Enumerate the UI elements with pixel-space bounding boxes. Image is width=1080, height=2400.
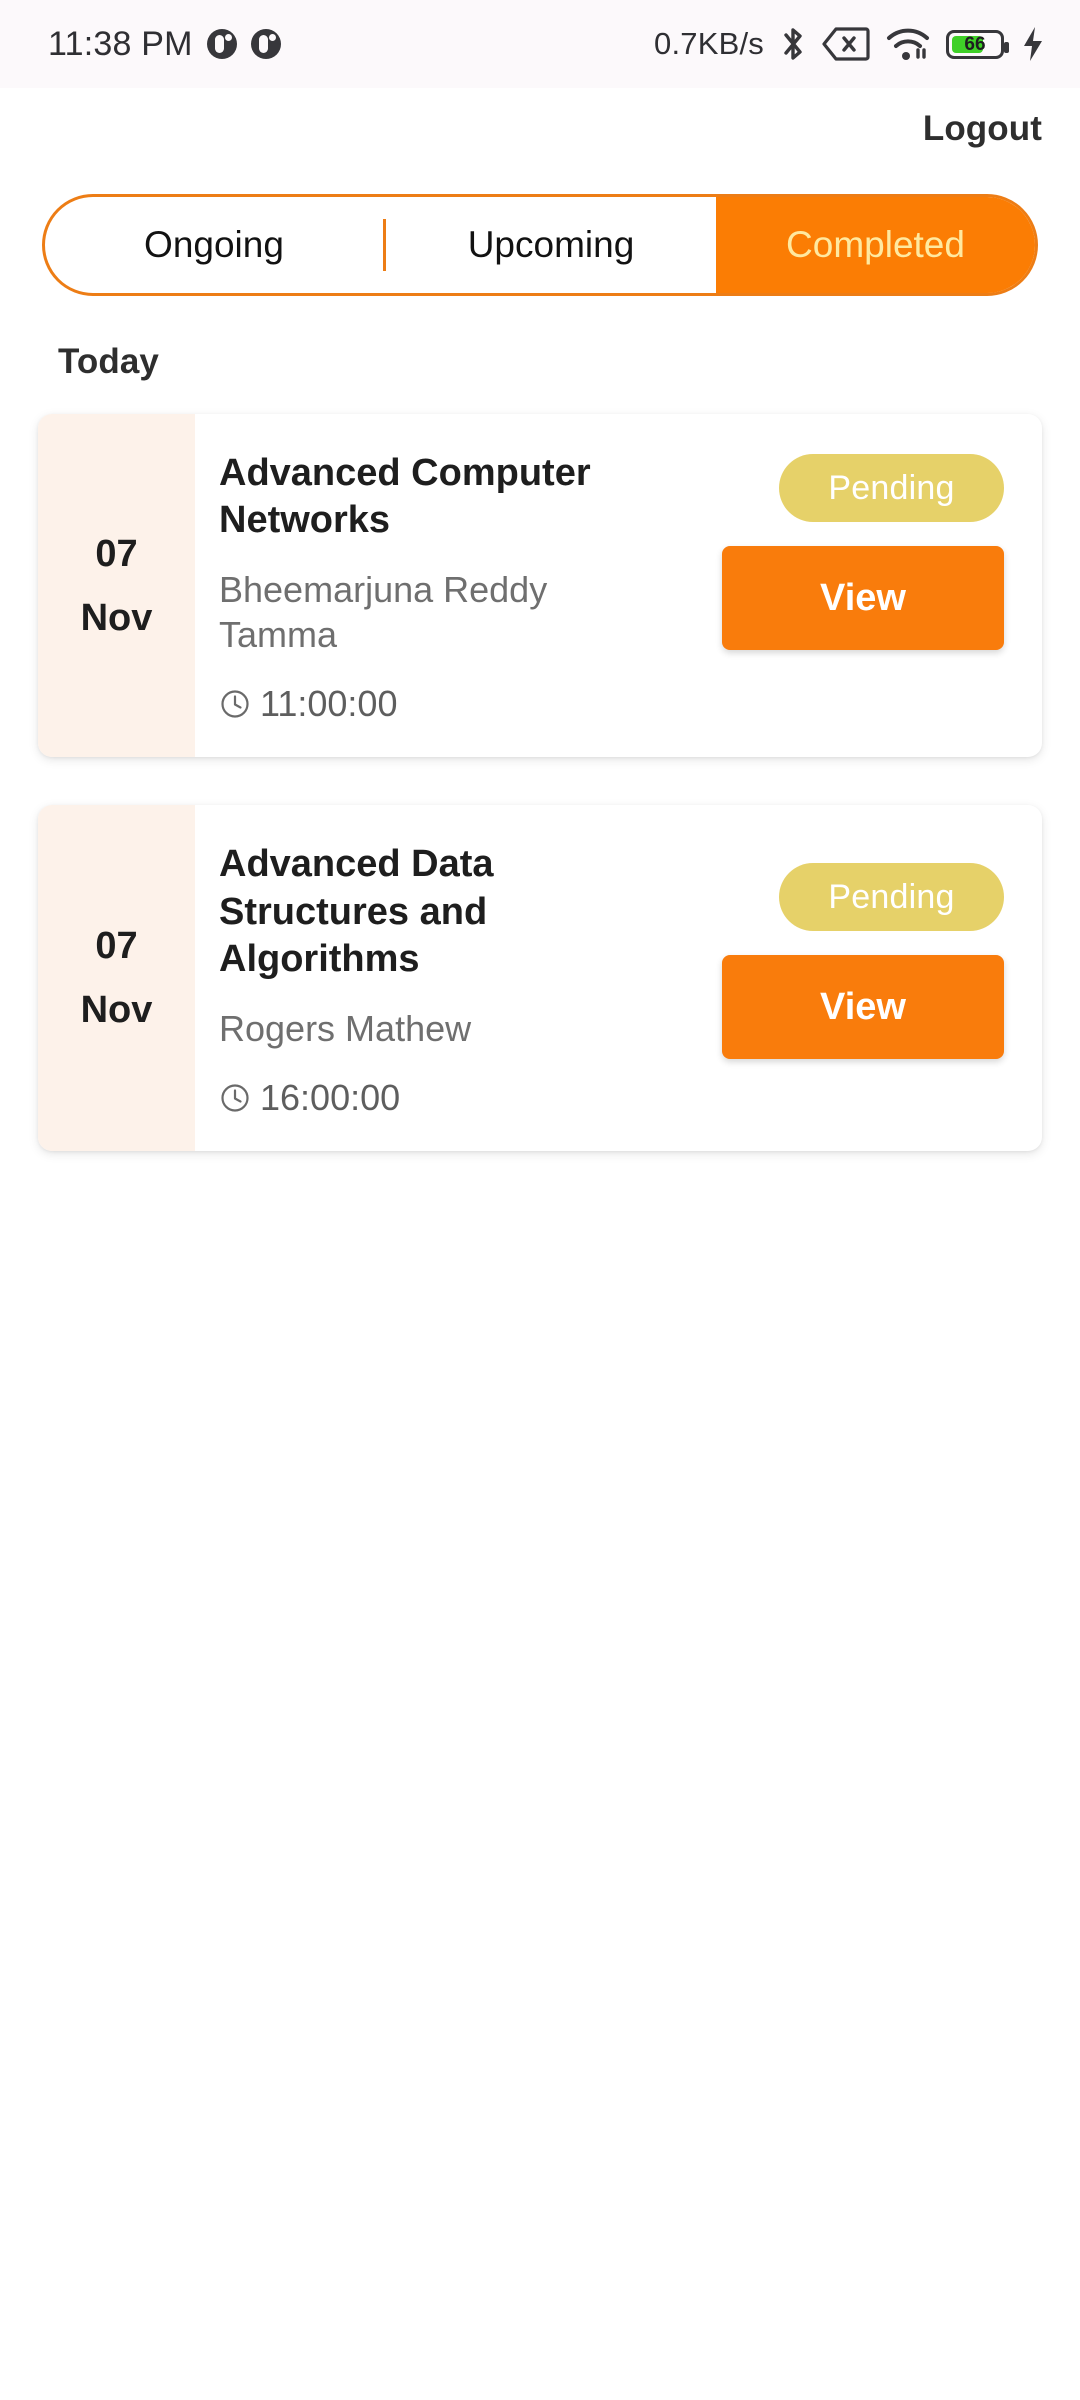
notification-dot-icon: [206, 29, 237, 59]
sim-card-off-icon: [822, 27, 870, 61]
class-card[interactable]: 07 Nov Advanced Data Structures and Algo…: [38, 805, 1042, 1152]
view-button[interactable]: View: [722, 546, 1004, 650]
card-date-month: Nov: [80, 989, 153, 1032]
notification-dot-icon: [250, 29, 281, 59]
card-course-title: Advanced Computer Networks: [219, 452, 591, 542]
card-date-month: Nov: [80, 596, 153, 639]
clock-icon: [221, 1084, 249, 1113]
status-badge: Pending: [779, 454, 1004, 522]
status-bar-left: 11:38 PM: [48, 25, 281, 64]
card-date-day: 07: [95, 532, 138, 575]
card-date-column: 07 Nov: [38, 805, 195, 1152]
app-header: Logout: [0, 88, 1080, 170]
card-time-label: 11:00:00: [260, 683, 398, 725]
class-list: 07 Nov Advanced Computer Networks Bheema…: [0, 382, 1080, 1152]
card-time-row: 16:00:00: [219, 1077, 722, 1119]
card-date-column: 07 Nov: [38, 414, 195, 758]
battery-level-label: 66: [964, 33, 986, 55]
status-bar-right: 0.7KB/s 66: [654, 25, 1046, 63]
view-button[interactable]: View: [722, 955, 1004, 1060]
card-time-row: 11:00:00: [219, 683, 722, 725]
card-instructor-name: Rogers Mathew: [219, 1007, 472, 1049]
tab-completed[interactable]: Completed: [716, 197, 1035, 293]
status-badge: Pending: [779, 863, 1004, 932]
tab-ongoing[interactable]: Ongoing: [45, 197, 383, 293]
network-speed-label: 0.7KB/s: [654, 26, 764, 61]
battery-icon: 66: [946, 29, 1009, 59]
bluetooth-icon: [784, 28, 802, 60]
section-title-today: Today: [58, 342, 159, 381]
wifi-icon: [887, 28, 929, 60]
tab-bar-container: Ongoing Upcoming Completed: [0, 170, 1080, 296]
clock-icon: [221, 690, 249, 719]
card-course-title: Advanced Data Structures and Algorithms: [219, 843, 494, 980]
status-bar: 11:38 PM 0.7KB/s 66: [0, 0, 1080, 88]
card-actions: Pending View: [722, 414, 1042, 757]
class-card[interactable]: 07 Nov Advanced Computer Networks Bheema…: [38, 414, 1042, 758]
charging-bolt-icon: [1024, 27, 1042, 61]
card-actions: Pending View: [722, 805, 1042, 1151]
card-body: Advanced Data Structures and Algorithms …: [195, 805, 722, 1151]
tab-bar: Ongoing Upcoming Completed: [42, 194, 1038, 296]
card-date-day: 07: [95, 925, 138, 968]
logout-button[interactable]: Logout: [923, 109, 1042, 149]
card-body: Advanced Computer Networks Bheemarjuna R…: [195, 414, 722, 757]
tab-upcoming[interactable]: Upcoming: [386, 197, 716, 293]
card-time-label: 16:00:00: [260, 1077, 401, 1119]
status-bar-clock: 11:38 PM: [48, 24, 193, 63]
card-instructor-name: Bheemarjuna Reddy Tamma: [219, 569, 548, 655]
